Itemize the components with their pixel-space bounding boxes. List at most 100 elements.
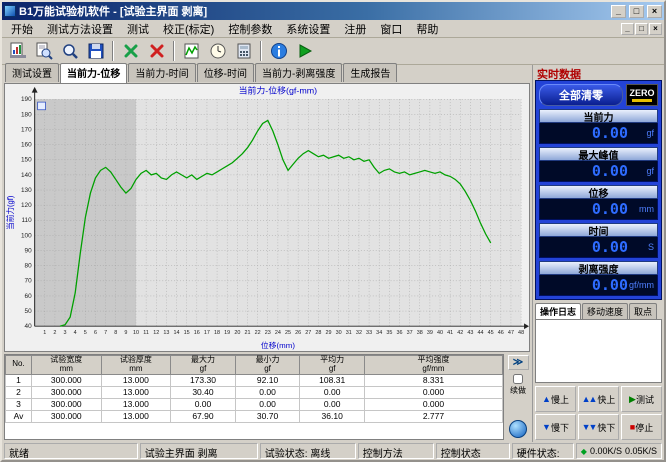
zero-button[interactable]: ZERO xyxy=(626,84,658,106)
child-minimize-button[interactable]: _ xyxy=(621,23,634,35)
expand-button[interactable]: ≫ xyxy=(508,355,529,370)
svg-text:30: 30 xyxy=(336,330,342,336)
view-tab[interactable]: 位移-时间 xyxy=(197,63,254,82)
svg-text:当前力-位移(gf-mm): 当前力-位移(gf-mm) xyxy=(239,85,318,96)
zoom-button[interactable] xyxy=(57,40,82,63)
results-cell: 2.777 xyxy=(364,410,502,422)
svg-text:6: 6 xyxy=(94,330,97,336)
move-buttons: ▲慢上▲▲快上▶测试 ▼慢下▼▼快下■停止 xyxy=(535,386,662,440)
svg-text:15: 15 xyxy=(184,330,190,336)
curve-button[interactable] xyxy=(179,40,204,63)
results-row[interactable]: 1300.00013.000173.3092.10108.318.331 xyxy=(6,374,503,386)
fast-up-button[interactable]: ▲▲快上 xyxy=(578,386,619,412)
menu-item[interactable]: 开始 xyxy=(4,20,40,38)
view-tab[interactable]: 测试设置 xyxy=(5,63,59,82)
results-cell: 30.40 xyxy=(171,386,236,398)
stop-button[interactable]: ■停止 xyxy=(621,414,662,440)
ops-tab[interactable]: 移动速度 xyxy=(582,303,628,319)
svg-text:29: 29 xyxy=(326,330,332,336)
stop-icon: ■ xyxy=(630,422,633,432)
svg-text:90: 90 xyxy=(25,248,33,255)
close-button[interactable]: × xyxy=(647,5,662,18)
realtime-field: 最大峰值0.00gf xyxy=(539,147,658,182)
svg-text:1: 1 xyxy=(43,330,46,336)
svg-text:5: 5 xyxy=(84,330,87,336)
svg-text:12: 12 xyxy=(153,330,159,336)
test-button[interactable]: ▶测试 xyxy=(621,386,662,412)
menu-item[interactable]: 测试 xyxy=(120,20,156,38)
results-cell: 0.00 xyxy=(235,398,300,410)
field-unit: mm xyxy=(628,204,654,214)
fast-up-icon: ▲▲ xyxy=(582,394,596,404)
menu-item[interactable]: 注册 xyxy=(337,20,373,38)
menu-item[interactable]: 控制参数 xyxy=(221,20,279,38)
save-icon xyxy=(87,42,105,60)
fast-down-button[interactable]: ▼▼快下 xyxy=(578,414,619,440)
continue-checkbox-row[interactable]: 续做 xyxy=(510,374,526,396)
clear-green-icon xyxy=(122,42,140,60)
svg-text:130: 130 xyxy=(21,187,32,194)
button-label: 测试 xyxy=(636,393,654,406)
info-button[interactable] xyxy=(266,40,291,63)
svg-text:10: 10 xyxy=(133,330,139,336)
results-row[interactable]: 3300.00013.0000.000.000.000.000 xyxy=(6,398,503,410)
menu-item[interactable]: 校正(标定) xyxy=(156,20,221,38)
globe-button[interactable] xyxy=(509,420,527,438)
view-tab[interactable]: 当前力-位移 xyxy=(60,63,127,83)
svg-text:11: 11 xyxy=(143,330,149,336)
view-tab[interactable]: 生成报告 xyxy=(343,63,397,82)
maximize-button[interactable]: □ xyxy=(629,5,644,18)
svg-text:160: 160 xyxy=(21,142,32,149)
menu-bar: 开始测试方法设置测试校正(标定)控制参数系统设置注册窗口帮助 _ □ × xyxy=(2,20,664,38)
toolbar xyxy=(2,38,664,65)
menu-item[interactable]: 系统设置 xyxy=(279,20,337,38)
curve-icon xyxy=(183,42,201,60)
net-down-value: 0.00K/S xyxy=(590,446,622,456)
svg-text:8: 8 xyxy=(114,330,117,336)
results-area: No.试验宽度 mm试验厚度 mm最大力 gf最小力 gf平均力 gf平均强度 … xyxy=(4,354,530,440)
report-button[interactable] xyxy=(5,40,30,63)
results-cell: 13.000 xyxy=(101,410,171,422)
calculator-button[interactable] xyxy=(231,40,256,63)
status-cell: 就绪 xyxy=(4,443,138,459)
menu-item[interactable]: 测试方法设置 xyxy=(40,20,120,38)
clear-all-button[interactable]: 全部清零 xyxy=(539,84,623,106)
child-close-button[interactable]: × xyxy=(649,23,662,35)
svg-text:16: 16 xyxy=(194,330,200,336)
ops-area: 操作日志移动速度取点 ▲慢上▲▲快上▶测试 ▼慢下▼▼快下■停止 xyxy=(535,303,662,440)
menu-item[interactable]: 窗口 xyxy=(373,20,409,38)
view-tab[interactable]: 当前力-时间 xyxy=(128,63,195,82)
delete-red-button[interactable] xyxy=(144,40,169,63)
svg-text:170: 170 xyxy=(21,127,32,134)
svg-text:35: 35 xyxy=(386,330,392,336)
svg-text:20: 20 xyxy=(234,330,240,336)
delete-red-icon xyxy=(148,42,166,60)
fast-down-icon: ▼▼ xyxy=(582,422,596,432)
start-button[interactable] xyxy=(292,40,317,63)
toolbar-separator xyxy=(112,41,114,61)
continue-checkbox[interactable] xyxy=(513,374,523,384)
results-header: 最小力 gf xyxy=(235,356,300,375)
results-row[interactable]: 2300.00013.00030.400.000.000.000 xyxy=(6,386,503,398)
timer-button[interactable] xyxy=(205,40,230,63)
minimize-button[interactable]: _ xyxy=(611,5,626,18)
network-icon: ◆ xyxy=(581,447,587,456)
ops-tab[interactable]: 操作日志 xyxy=(535,303,581,319)
results-cell: 92.10 xyxy=(235,374,300,386)
child-restore-button[interactable]: □ xyxy=(635,23,648,35)
ops-log xyxy=(535,319,662,383)
slow-down-button[interactable]: ▼慢下 xyxy=(535,414,576,440)
clear-green-button[interactable] xyxy=(118,40,143,63)
zoom-icon xyxy=(61,42,79,60)
view-tab[interactable]: 当前力-剥离强度 xyxy=(255,63,342,82)
results-cell: 0.00 xyxy=(300,386,365,398)
preview-button[interactable] xyxy=(31,40,56,63)
ops-tab[interactable]: 取点 xyxy=(629,303,657,319)
slow-up-button[interactable]: ▲慢上 xyxy=(535,386,576,412)
results-header: 试验厚度 mm xyxy=(101,356,171,375)
menu-item[interactable]: 帮助 xyxy=(409,20,445,38)
results-row[interactable]: Av300.00013.00067.9030.7036.102.777 xyxy=(6,410,503,422)
results-cell: 2 xyxy=(6,386,32,398)
mdi-window-buttons: _ □ × xyxy=(621,23,662,35)
save-button[interactable] xyxy=(83,40,108,63)
